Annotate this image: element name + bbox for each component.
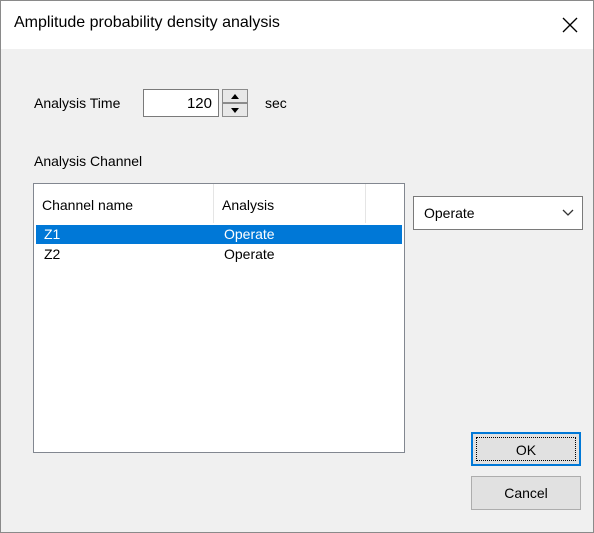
- ok-button[interactable]: OK: [471, 432, 581, 466]
- close-button[interactable]: [547, 1, 593, 49]
- analysis-cell: Operate: [224, 246, 275, 262]
- column-header-channel-name[interactable]: Channel name: [34, 184, 214, 223]
- channel-row-z2[interactable]: Z2 Operate: [36, 245, 402, 264]
- ok-button-label: OK: [476, 437, 576, 461]
- analysis-time-label: Analysis Time: [34, 95, 121, 111]
- arrow-up-icon: [231, 94, 239, 99]
- channel-list[interactable]: Channel name Analysis Z1 Operate Z2 Oper…: [33, 183, 405, 453]
- analysis-channel-label: Analysis Channel: [34, 153, 143, 169]
- spin-up-button[interactable]: [222, 89, 248, 103]
- analysis-time-unit: sec: [265, 95, 287, 111]
- column-header-analysis[interactable]: Analysis: [214, 184, 366, 223]
- cancel-button[interactable]: Cancel: [471, 476, 581, 510]
- channel-name-cell: Z1: [44, 226, 61, 242]
- chevron-down-icon: [562, 209, 574, 216]
- analysis-cell: Operate: [224, 226, 275, 242]
- channel-name-cell: Z2: [44, 246, 61, 262]
- analysis-time-input[interactable]: [143, 89, 219, 117]
- analysis-mode-value: Operate: [424, 205, 475, 221]
- list-header: Channel name Analysis: [34, 184, 404, 223]
- title-bar[interactable]: Amplitude probability density analysis: [1, 1, 593, 49]
- channel-row-z1[interactable]: Z1 Operate: [36, 225, 402, 244]
- analysis-time-spinner: [222, 89, 248, 117]
- window-title: Amplitude probability density analysis: [14, 14, 280, 31]
- arrow-down-icon: [231, 108, 239, 113]
- analysis-mode-dropdown[interactable]: Operate: [413, 196, 583, 230]
- close-icon: [562, 17, 578, 33]
- spin-down-button[interactable]: [222, 103, 248, 117]
- apd-analysis-dialog: Amplitude probability density analysis A…: [0, 0, 594, 533]
